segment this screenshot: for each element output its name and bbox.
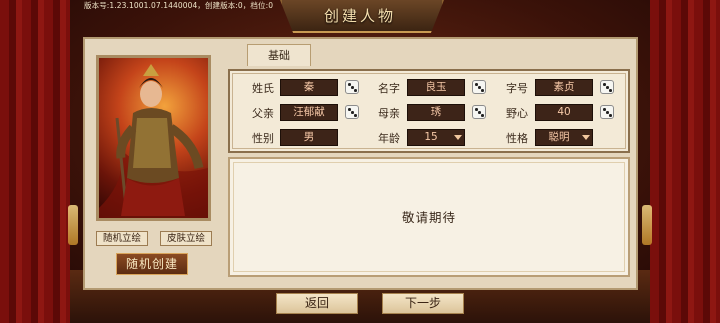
surname-label: 姓氏 xyxy=(252,82,274,95)
left-curtain xyxy=(0,0,70,323)
ambition-field[interactable]: 40 xyxy=(535,104,593,121)
dropdown-arrow-icon[interactable] xyxy=(582,135,590,140)
page-title: 创建人物 xyxy=(323,7,396,25)
personality-label: 性格 xyxy=(506,132,528,145)
lantern-right xyxy=(642,205,652,245)
warrior-figure xyxy=(99,64,208,218)
dice-icon[interactable] xyxy=(345,80,359,94)
father-label: 父亲 xyxy=(252,107,274,120)
courtesy-name-field[interactable]: 素贞 xyxy=(535,79,593,96)
random-portrait-button[interactable]: 随机立绘 xyxy=(96,231,148,246)
character-portrait xyxy=(96,55,211,221)
gender-field[interactable]: 男 xyxy=(280,129,338,146)
skin-portrait-button[interactable]: 皮肤立绘 xyxy=(160,231,212,246)
lantern-left xyxy=(68,205,78,245)
version-info: 版本号:1.23.1001.07.1440004，创建版本:0，档位:0 xyxy=(84,1,274,10)
tab-basic[interactable]: 基础 xyxy=(247,44,311,66)
given-name-label: 名字 xyxy=(378,82,400,95)
age-label: 年龄 xyxy=(378,132,400,145)
back-button[interactable]: 返回 xyxy=(276,293,358,314)
dice-icon[interactable] xyxy=(600,80,614,94)
father-field[interactable]: 汪郁献 xyxy=(280,104,338,121)
courtesy-name-label: 字号 xyxy=(506,82,528,95)
dice-icon[interactable] xyxy=(600,105,614,119)
surname-field[interactable]: 秦 xyxy=(280,79,338,96)
dice-icon[interactable] xyxy=(472,105,486,119)
dice-icon[interactable] xyxy=(345,105,359,119)
dice-icon[interactable] xyxy=(472,80,486,94)
random-create-button[interactable]: 随机创建 xyxy=(116,253,188,275)
next-button[interactable]: 下一步 xyxy=(382,293,464,314)
dropdown-arrow-icon[interactable] xyxy=(454,135,462,140)
coming-soon-text: 敬请期待 xyxy=(401,210,456,225)
mother-field[interactable]: 琇 xyxy=(407,104,465,121)
right-curtain xyxy=(650,0,720,323)
mother-label: 母亲 xyxy=(378,107,400,120)
given-name-field[interactable]: 良玉 xyxy=(407,79,465,96)
ambition-label: 野心 xyxy=(506,107,528,120)
gender-label: 性别 xyxy=(252,132,274,145)
